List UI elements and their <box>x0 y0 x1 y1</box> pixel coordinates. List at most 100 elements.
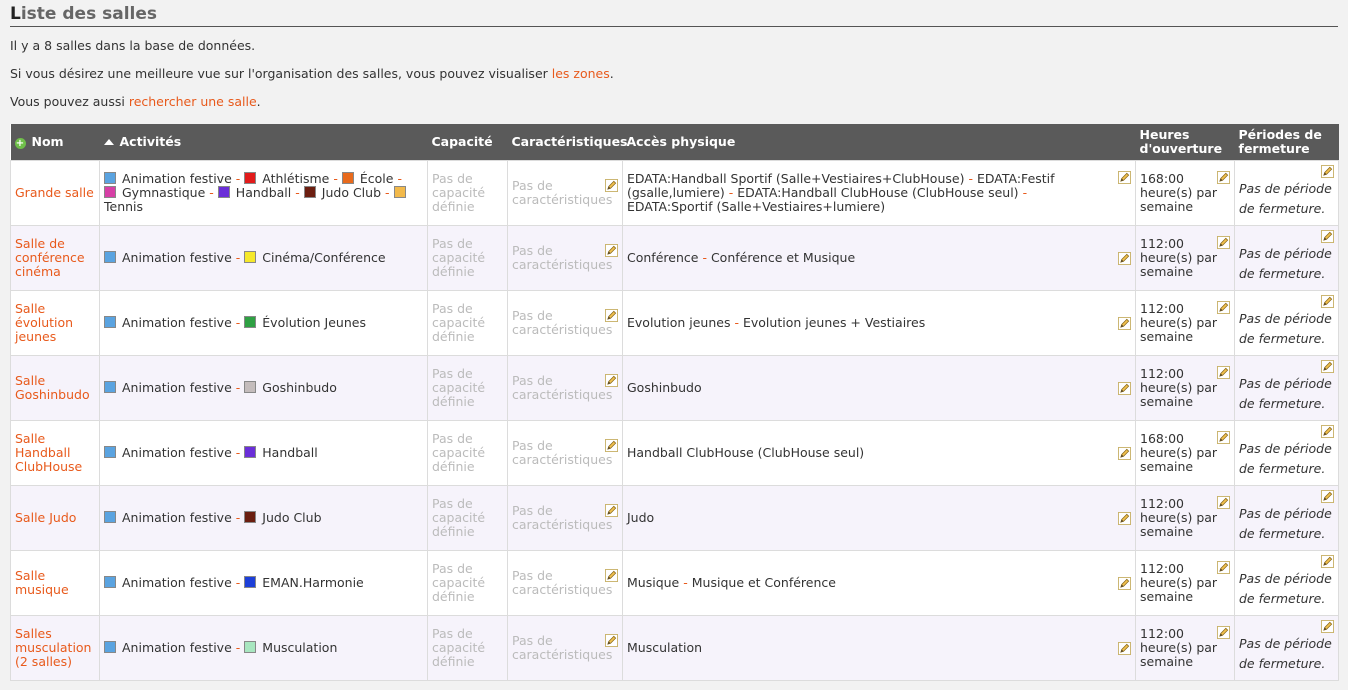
activity-color-swatch <box>244 172 257 184</box>
edit-caracteristiques-icon[interactable] <box>605 504 618 517</box>
edit-heures-icon[interactable] <box>1217 496 1230 509</box>
activity-color-swatch <box>217 186 230 198</box>
sort-asc-icon[interactable] <box>103 139 114 145</box>
edit-periodes-icon[interactable] <box>1321 165 1334 178</box>
edit-caracteristiques-icon[interactable] <box>605 634 618 647</box>
heures-unit: heure(s) par semaine <box>1140 445 1218 474</box>
cell-heures: 168:00 heure(s) par semaine <box>1135 420 1235 486</box>
header-caracteristiques[interactable]: Caractéristiques <box>507 124 628 161</box>
cell-nom: Grande salle <box>10 160 100 226</box>
room-link[interactable]: Salle évolution jeunes <box>15 301 73 344</box>
heures-unit: heure(s) par semaine <box>1140 510 1218 539</box>
edit-periodes-icon[interactable] <box>1321 490 1334 503</box>
room-link[interactable]: Grande salle <box>15 185 94 200</box>
activity-color-swatch <box>104 316 116 328</box>
activity-label: Musculation <box>262 640 338 655</box>
edit-caracteristiques-icon[interactable] <box>605 309 618 322</box>
periodes-text: Pas de période de fermeture. <box>1239 181 1332 216</box>
edit-caracteristiques-icon[interactable] <box>605 374 618 387</box>
header-nom[interactable]: + Nom <box>10 124 100 161</box>
room-link[interactable]: Salle Handball ClubHouse <box>15 431 82 474</box>
edit-acces-icon[interactable] <box>1118 252 1131 265</box>
acces-item: Conférence et Musique <box>710 250 856 265</box>
acces-list: Judo <box>627 511 1131 525</box>
header-nom-label: Nom <box>31 134 64 149</box>
cell-capacite: Pas de capacité définie <box>427 615 508 681</box>
cell-activites: Animation festive - Athlétisme - École -Gymna… <box>99 160 428 226</box>
activity-color-swatch <box>104 186 116 198</box>
caracteristiques-text: Pas de caractéristiques <box>512 178 613 207</box>
activity-color-swatch <box>341 172 354 184</box>
table-row: Salle Handball ClubHouse Animation festiv… <box>10 420 1339 486</box>
acces-item: Evolution jeunes <box>627 315 731 330</box>
caracteristiques-text: Pas de caractéristiques <box>512 438 613 467</box>
edit-caracteristiques-icon[interactable] <box>605 244 618 257</box>
page-title-rest: iste des salles <box>20 4 157 24</box>
acces-list: Musculation <box>627 641 1131 655</box>
header-acces[interactable]: Accès physique <box>622 124 1136 161</box>
edit-periodes-icon[interactable] <box>1321 425 1334 438</box>
activity-color-swatch <box>393 186 406 198</box>
cell-capacite: Pas de capacité définie <box>427 290 508 356</box>
cell-activites: Animation festive - Handball <box>99 420 428 486</box>
cell-acces: Musculation <box>622 615 1136 681</box>
edit-acces-icon[interactable] <box>1118 171 1131 184</box>
edit-periodes-icon[interactable] <box>1321 620 1334 633</box>
acces-item: Judo <box>627 510 655 525</box>
edit-periodes-icon[interactable] <box>1321 295 1334 308</box>
cell-acces: Evolution jeunes - Evolution jeunes + Vest… <box>622 290 1136 356</box>
add-icon[interactable]: + <box>14 138 26 149</box>
cell-periodes: Pas de période de fermeture. <box>1234 485 1339 551</box>
edit-heures-icon[interactable] <box>1217 431 1230 444</box>
edit-heures-icon[interactable] <box>1217 561 1230 574</box>
cell-activites: Animation festive - Évolution Jeunes <box>99 290 428 356</box>
edit-acces-icon[interactable] <box>1118 317 1131 330</box>
edit-caracteristiques-icon[interactable] <box>605 569 618 582</box>
edit-heures-icon[interactable] <box>1217 301 1230 314</box>
header-activites[interactable]: Activités <box>99 124 428 161</box>
header-heures[interactable]: Heures d'ouverture <box>1135 124 1235 161</box>
room-link[interactable]: Salle de conférence cinéma <box>15 236 85 279</box>
edit-acces-icon[interactable] <box>1118 382 1131 395</box>
edit-periodes-icon[interactable] <box>1321 360 1334 373</box>
room-link[interactable]: Salle musique <box>15 568 69 597</box>
search-room-link[interactable]: rechercher une salle <box>129 94 257 109</box>
caracteristiques-text: Pas de caractéristiques <box>512 503 613 532</box>
activity-label: Animation festive <box>122 640 232 655</box>
edit-heures-icon[interactable] <box>1217 236 1230 249</box>
activity-color-swatch <box>244 576 257 588</box>
room-link[interactable]: Salle Judo <box>15 510 76 525</box>
edit-acces-icon[interactable] <box>1118 642 1131 655</box>
activity-label: Judo Club <box>262 510 322 525</box>
cell-capacite: Pas de capacité définie <box>427 160 508 226</box>
separator: - <box>235 380 241 395</box>
separator: - <box>235 640 241 655</box>
edit-heures-icon[interactable] <box>1217 366 1230 379</box>
edit-acces-icon[interactable] <box>1118 447 1131 460</box>
separator: - <box>235 315 241 330</box>
caracteristiques-text: Pas de caractéristiques <box>512 633 613 662</box>
header-capacite[interactable]: Capacité <box>427 124 508 161</box>
edit-caracteristiques-icon[interactable] <box>605 439 618 452</box>
edit-periodes-icon[interactable] <box>1321 555 1334 568</box>
cell-periodes: Pas de période de fermeture. <box>1234 225 1339 291</box>
activity-label: Animation festive <box>122 315 232 330</box>
edit-acces-icon[interactable] <box>1118 577 1131 590</box>
edit-periodes-icon[interactable] <box>1321 230 1334 243</box>
edit-heures-icon[interactable] <box>1217 171 1230 184</box>
edit-caracteristiques-icon[interactable] <box>605 179 618 192</box>
room-link[interactable]: Salles musculation (2 salles) <box>15 626 91 669</box>
separator: - <box>702 250 707 265</box>
room-link[interactable]: Salle Goshinbudo <box>15 373 90 402</box>
edit-heures-icon[interactable] <box>1217 626 1230 639</box>
header-periodes[interactable]: Périodes de fermeture <box>1234 124 1339 161</box>
header-activites-label: Activités <box>119 134 182 149</box>
cell-activites: Animation festive - Goshinbudo <box>99 355 428 421</box>
edit-acces-icon[interactable] <box>1118 512 1131 525</box>
intro-search-end: . <box>256 94 261 109</box>
cell-capacite: Pas de capacité définie <box>427 355 508 421</box>
periodes-text: Pas de période de fermeture. <box>1239 571 1332 606</box>
activity-label: Athlétisme <box>262 171 330 186</box>
zones-link[interactable]: les zones <box>552 66 610 81</box>
separator: - <box>734 315 739 330</box>
